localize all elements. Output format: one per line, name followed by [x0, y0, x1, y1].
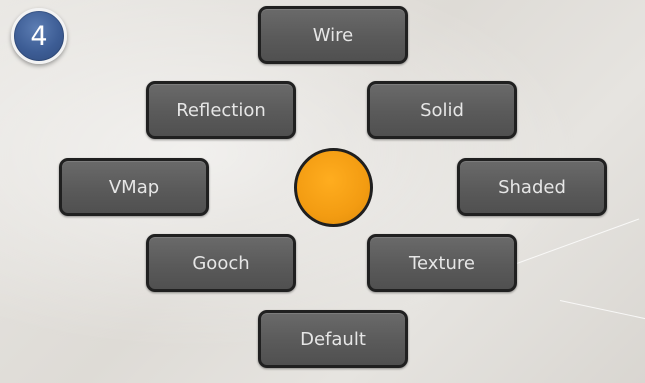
- wire-button[interactable]: Wire: [258, 6, 408, 64]
- wire-label: Wire: [312, 24, 354, 46]
- texture-label: Texture: [409, 252, 475, 274]
- reflection-label: Reflection: [176, 99, 266, 121]
- background-crack: [559, 300, 645, 320]
- default-button[interactable]: Default: [258, 310, 408, 368]
- gooch-label: Gooch: [192, 252, 250, 274]
- gooch-button[interactable]: Gooch: [146, 234, 296, 292]
- vmap-label: VMap: [108, 176, 160, 198]
- reflection-button[interactable]: Reflection: [146, 81, 296, 139]
- vmap-button[interactable]: VMap: [59, 158, 209, 216]
- shaded-label: Shaded: [498, 176, 566, 198]
- solid-label: Solid: [420, 99, 464, 121]
- shaded-button[interactable]: Shaded: [457, 158, 607, 216]
- texture-button[interactable]: Texture: [367, 234, 517, 292]
- step-number-badge: 4: [11, 8, 67, 64]
- default-label: Default: [300, 328, 366, 350]
- pie-menu-center: [294, 148, 373, 227]
- step-number: 4: [30, 20, 48, 52]
- solid-button[interactable]: Solid: [367, 81, 517, 139]
